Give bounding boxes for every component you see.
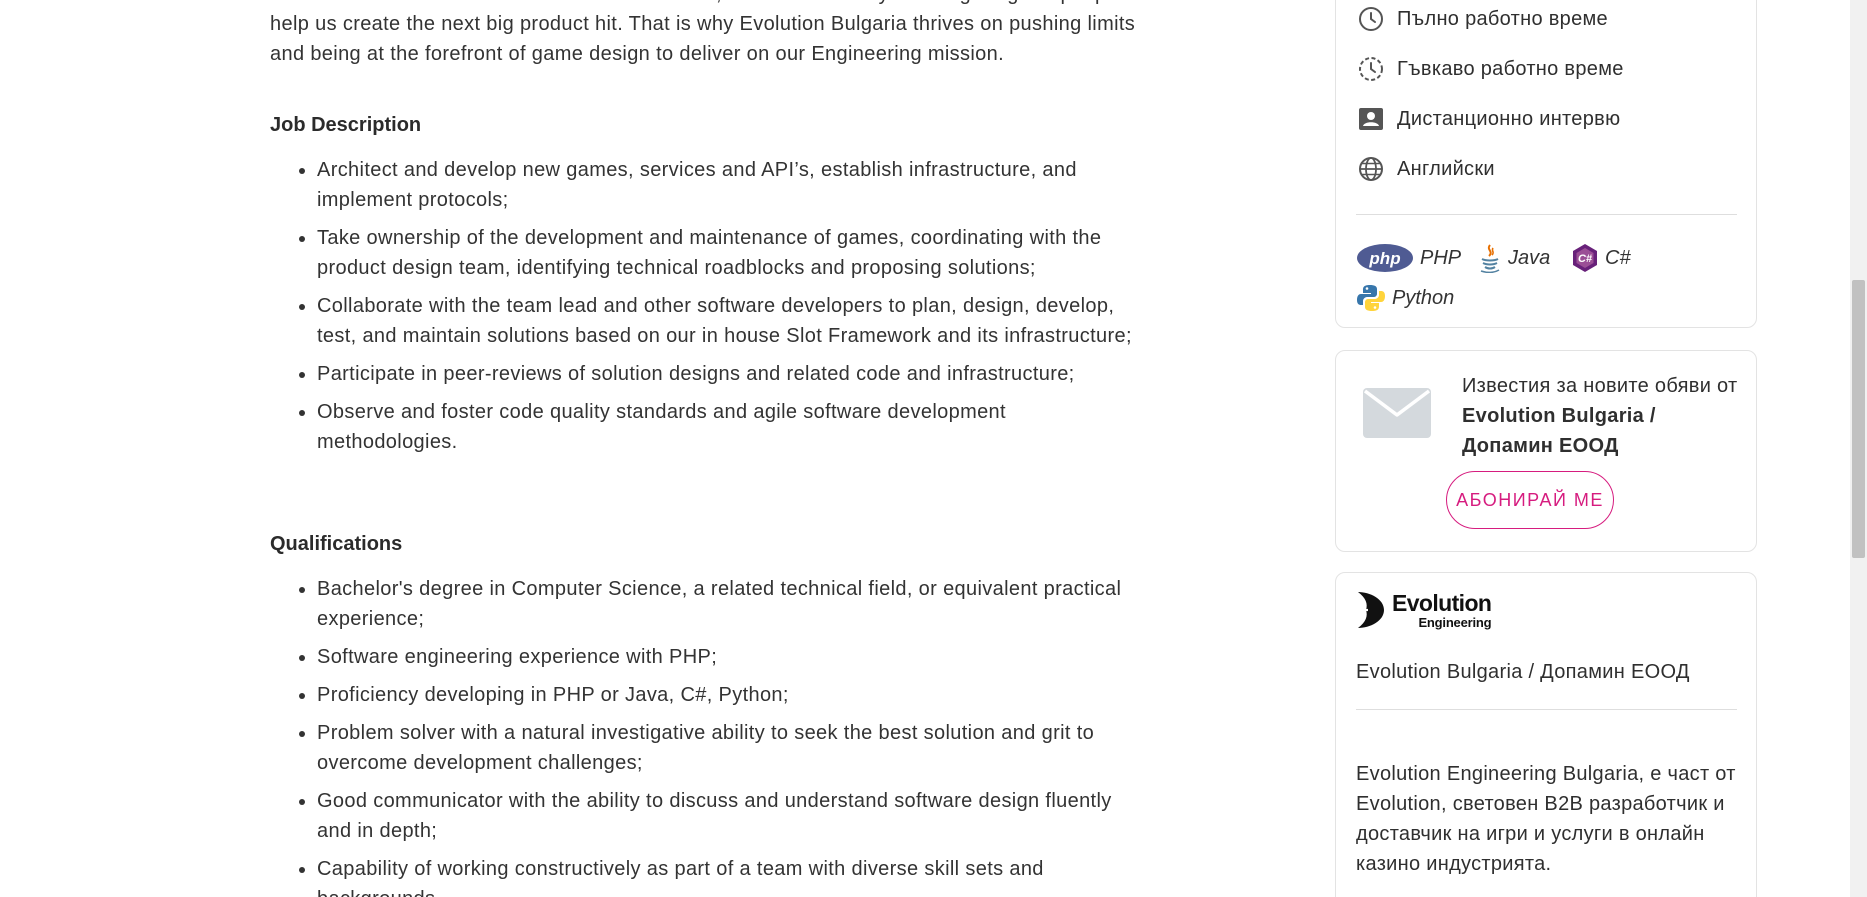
detail-full-time: Пълно работно време — [1357, 3, 1608, 35]
list-item: Observe and foster code quality standard… — [317, 397, 1150, 457]
company-logo-text: Evolution — [1392, 589, 1492, 616]
detail-remote-interview: Дистанционно интервю — [1357, 103, 1620, 135]
contact-card-icon — [1357, 105, 1385, 133]
tech-label: Java — [1508, 246, 1551, 269]
company-description: Evolution Engineering Bulgaria, е част о… — [1356, 763, 1736, 875]
list-item: Collaborate with the team lead and other… — [317, 291, 1150, 351]
subscribe-button[interactable]: АБОНИРАЙ МЕ — [1446, 471, 1614, 529]
job-description-list: Architect and develop new games, service… — [270, 155, 1150, 465]
csharp-logo-icon: C# — [1571, 243, 1599, 273]
list-item: Take ownership of the development and ma… — [317, 223, 1150, 283]
python-logo-icon — [1356, 283, 1386, 313]
job-details-card: Пълно работно време Гъвкаво работно врем… — [1335, 0, 1757, 328]
job-alert-text: Известия за новите обяви от Evolution Bu… — [1462, 371, 1747, 461]
list-item: Participate in peer-reviews of solution … — [317, 359, 1150, 389]
divider — [1356, 214, 1737, 215]
php-logo-icon: php — [1356, 243, 1414, 273]
tech-java[interactable]: Java — [1478, 243, 1550, 273]
list-item: Good communicator with the ability to di… — [317, 786, 1150, 846]
company-logo[interactable]: Evolution Engineering — [1356, 589, 1492, 630]
divider — [1356, 709, 1737, 710]
clock-icon — [1357, 5, 1385, 33]
job-alert-prefix: Известия за новите обяви от — [1462, 375, 1738, 397]
tech-python[interactable]: Python — [1356, 283, 1454, 313]
detail-language: Английски — [1357, 153, 1495, 185]
scrollbar-thumb[interactable] — [1852, 280, 1865, 558]
tech-csharp[interactable]: C# C# — [1571, 243, 1631, 273]
tech-label: PHP — [1420, 246, 1462, 269]
globe-icon — [1357, 155, 1385, 183]
intro-paragraph: We have an extensive track record of num… — [270, 0, 1146, 65]
job-description-heading: Job Description — [270, 114, 422, 136]
list-item: Capability of working constructively as … — [317, 854, 1150, 897]
list-item: Bachelor's degree in Computer Science, a… — [317, 574, 1150, 634]
detail-label: Дистанционно интервю — [1397, 107, 1621, 130]
job-alert-company: Evolution Bulgaria / Допамин ЕООД — [1462, 405, 1656, 457]
detail-label: Пълно работно време — [1397, 7, 1608, 30]
qualifications-heading: Qualifications — [270, 533, 403, 555]
java-logo-icon — [1478, 243, 1502, 273]
company-card: Evolution Engineering Evolution Bulgaria… — [1335, 572, 1757, 897]
company-name[interactable]: Evolution Bulgaria / Допамин ЕООД — [1356, 661, 1690, 684]
detail-label: Гъвкаво работно време — [1397, 57, 1624, 80]
tech-label: C# — [1605, 246, 1631, 269]
svg-text:C#: C# — [1578, 253, 1593, 265]
qualifications-list: Bachelor's degree in Computer Science, a… — [270, 574, 1150, 897]
page-scrollbar[interactable] — [1850, 0, 1867, 897]
list-item: Problem solver with a natural investigat… — [317, 718, 1150, 778]
tech-label: Python — [1392, 286, 1455, 309]
company-logo-subtext: Engineering — [1418, 614, 1492, 630]
list-item: Proficiency developing in PHP or Java, C… — [317, 680, 1150, 710]
evolution-mark-icon — [1358, 592, 1384, 628]
envelope-icon — [1362, 387, 1432, 444]
svg-text:php: php — [1368, 249, 1400, 268]
job-alert-card: Известия за новите обяви от Evolution Bu… — [1335, 350, 1757, 552]
list-item: Architect and develop new games, service… — [317, 155, 1150, 215]
flexible-clock-icon — [1357, 55, 1385, 83]
tech-php[interactable]: php PHP — [1356, 243, 1461, 273]
detail-flexible-hours: Гъвкаво работно време — [1357, 53, 1624, 85]
list-item: Software engineering experience with PHP… — [317, 642, 1150, 672]
job-posting-page: We have an extensive track record of num… — [0, 0, 1867, 897]
detail-label: Английски — [1397, 157, 1495, 180]
